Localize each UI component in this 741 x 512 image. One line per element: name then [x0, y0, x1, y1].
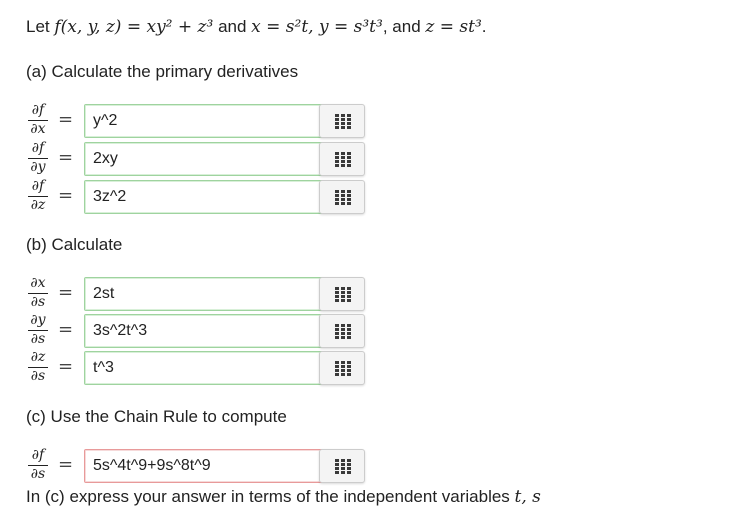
- grid-matrix-icon: [335, 459, 351, 474]
- df-dy-input[interactable]: 2xy: [84, 142, 342, 176]
- answer-row: ∂x ∂s = 2st: [26, 274, 366, 314]
- answer-row: ∂f ∂x = y^2: [26, 101, 366, 141]
- partial-derivative-label: ∂f ∂y: [26, 139, 50, 179]
- answer-row: ∂f ∂z = 3z^2: [26, 177, 366, 217]
- equals-sign: =: [58, 319, 74, 340]
- answer-row: ∂f ∂y = 2xy: [26, 139, 366, 179]
- matrix-input-button[interactable]: [319, 449, 365, 483]
- grid-matrix-icon: [335, 152, 351, 167]
- part-b-heading: (b) Calculate: [26, 235, 123, 254]
- dz-ds-input[interactable]: t^3: [84, 351, 342, 385]
- grid-matrix-icon: [335, 324, 351, 339]
- answer-row: ∂f ∂s = 5s^4t^9+9s^8t^9: [26, 446, 366, 486]
- matrix-input-button[interactable]: [319, 180, 365, 214]
- grid-matrix-icon: [335, 190, 351, 205]
- matrix-input-button[interactable]: [319, 104, 365, 138]
- partial-derivative-label: ∂x ∂s: [26, 274, 50, 314]
- dx-ds-input[interactable]: 2st: [84, 277, 342, 311]
- matrix-input-button[interactable]: [319, 142, 365, 176]
- matrix-input-button[interactable]: [319, 351, 365, 385]
- matrix-input-button[interactable]: [319, 277, 365, 311]
- partial-derivative-label: ∂f ∂x: [26, 101, 50, 141]
- problem-statement: Let f(x, y, z) = xy² + z³ and x = s²t, y…: [26, 17, 487, 37]
- z-definition: z = st³: [425, 17, 482, 37]
- partial-derivative-label: ∂f ∂s: [26, 446, 50, 486]
- function-definition: f(x, y, z) = xy² + z³: [54, 17, 214, 37]
- xy-definition: x = s²t, y = s³t³: [251, 17, 383, 37]
- partial-derivative-label: ∂z ∂s: [26, 348, 50, 388]
- dy-ds-input[interactable]: 3s^2t^3: [84, 314, 342, 348]
- grid-matrix-icon: [335, 361, 351, 376]
- equals-sign: =: [58, 454, 74, 475]
- footer-instructions: In (c) express your answer in terms of t…: [26, 487, 541, 507]
- footer-variables: t, s: [514, 487, 541, 507]
- equals-sign: =: [58, 147, 74, 168]
- footer-text: In (c) express your answer in terms of t…: [26, 487, 510, 506]
- part-c-heading: (c) Use the Chain Rule to compute: [26, 407, 287, 426]
- answer-row: ∂z ∂s = t^3: [26, 348, 366, 388]
- period: .: [481, 17, 487, 36]
- equals-sign: =: [58, 282, 74, 303]
- grid-matrix-icon: [335, 114, 351, 129]
- matrix-input-button[interactable]: [319, 314, 365, 348]
- equals-sign: =: [58, 356, 74, 377]
- partial-derivative-label: ∂y ∂s: [26, 311, 50, 351]
- equals-sign: =: [58, 185, 74, 206]
- df-dz-input[interactable]: 3z^2: [84, 180, 342, 214]
- and-text-2: , and: [382, 17, 421, 36]
- df-ds-input[interactable]: 5s^4t^9+9s^8t^9: [84, 449, 342, 483]
- grid-matrix-icon: [335, 287, 351, 302]
- equals-sign: =: [58, 109, 74, 130]
- part-a-heading: (a) Calculate the primary derivatives: [26, 62, 299, 81]
- answer-row: ∂y ∂s = 3s^2t^3: [26, 311, 366, 351]
- partial-derivative-label: ∂f ∂z: [26, 177, 50, 217]
- let-text: Let: [26, 17, 50, 36]
- df-dx-input[interactable]: y^2: [84, 104, 342, 138]
- and-text: and: [218, 17, 247, 36]
